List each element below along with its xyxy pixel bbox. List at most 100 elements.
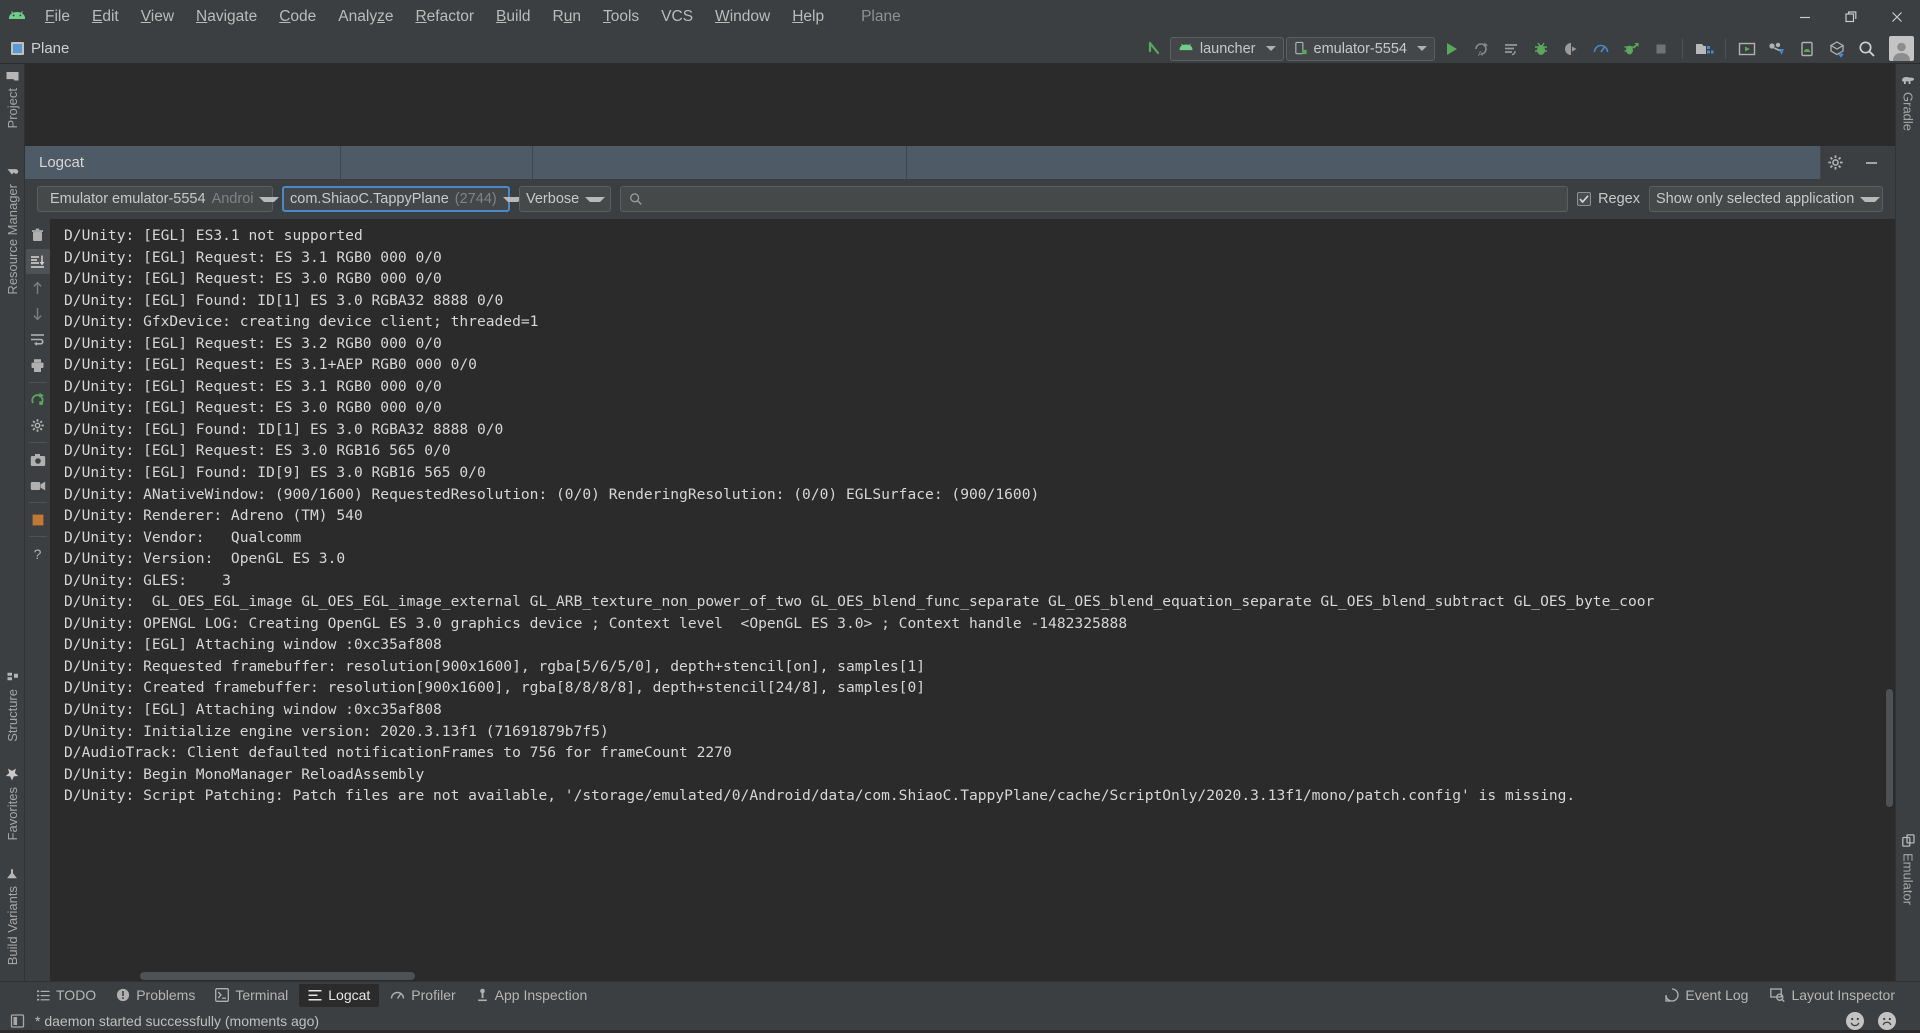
- sad-face-icon[interactable]: [1878, 1011, 1896, 1030]
- tool-window-terminal[interactable]: Terminal: [206, 984, 297, 1007]
- menu-item-refactor[interactable]: Refactor: [404, 0, 485, 33]
- menu-item-analyze[interactable]: Analyze: [327, 0, 404, 33]
- regex-checkbox[interactable]: Regex: [1577, 191, 1640, 207]
- checkbox-box[interactable]: [1577, 192, 1592, 206]
- logcat-level-selector[interactable]: Verbose: [519, 186, 611, 212]
- apply-code-changes-icon[interactable]: [1497, 35, 1525, 63]
- tool-window-label: Terminal: [235, 987, 289, 1003]
- hide-window-icon[interactable]: [1857, 149, 1885, 177]
- status-message: * daemon started successfully (moments a…: [35, 1012, 320, 1029]
- close-icon[interactable]: [1874, 0, 1920, 33]
- sidebar-item-project[interactable]: Project: [5, 64, 20, 134]
- happy-face-icon[interactable]: [1846, 1011, 1864, 1030]
- restart-logcat-icon[interactable]: [26, 387, 50, 412]
- down-the-stack-trace-icon[interactable]: [26, 301, 50, 326]
- logcat-side-toolbar: ?: [25, 219, 50, 981]
- profiler-icon[interactable]: [1587, 35, 1615, 63]
- menu-bar[interactable]: File Edit View Navigate Code Analyze Ref…: [34, 0, 835, 33]
- svg-text:A: A: [1478, 51, 1483, 58]
- logcat-search-box[interactable]: [620, 186, 1569, 212]
- sidebar-item-label: Favorites: [4, 787, 20, 841]
- menu-item-help[interactable]: Help: [781, 0, 835, 33]
- run-configuration-selector[interactable]: launcher: [1169, 36, 1284, 61]
- sdk-manager-icon[interactable]: [1690, 35, 1718, 63]
- sidebar-item-structure[interactable]: Structure: [5, 665, 20, 748]
- menu-item-view[interactable]: View: [130, 0, 185, 33]
- screenshot-icon[interactable]: [26, 447, 50, 472]
- tool-window-label: Profiler: [411, 987, 456, 1003]
- run-with-coverage-icon[interactable]: [1617, 35, 1645, 63]
- tool-window-todo[interactable]: TODO: [28, 984, 105, 1007]
- sidebar-item-gradle[interactable]: Gradle: [1901, 68, 1916, 137]
- tool-window-layout-inspector[interactable]: Layout Inspector: [1761, 984, 1904, 1007]
- logcat-level-label: Verbose: [526, 191, 580, 207]
- menu-item-window[interactable]: Window: [704, 0, 781, 33]
- logcat-process-selector[interactable]: com.ShiaoC.TappyPlane (2744): [282, 186, 523, 212]
- device-manager-icon[interactable]: [1793, 35, 1821, 63]
- horizontal-scrollbar[interactable]: [50, 971, 1895, 981]
- layout-inspector-icon: [1770, 988, 1786, 1002]
- scroll-to-end-icon[interactable]: [25, 249, 50, 274]
- search-everywhere-icon[interactable]: [1853, 35, 1881, 63]
- toggle-toolbar-icon[interactable]: [10, 1013, 26, 1029]
- breadcrumb[interactable]: Plane: [11, 40, 69, 57]
- sidebar-item-favorites[interactable]: Favorites: [5, 761, 20, 846]
- settings-gear-icon[interactable]: [26, 413, 50, 438]
- log-line: D/Unity: Version: OpenGL ES 3.0: [64, 550, 346, 568]
- soft-wrap-icon[interactable]: [26, 327, 50, 352]
- vertical-scrollbar-thumb[interactable]: [1886, 689, 1893, 807]
- help-icon[interactable]: ?: [26, 541, 50, 566]
- logcat-device-selector[interactable]: Emulator emulator-5554 Androi: [37, 186, 280, 212]
- tool-window-logcat[interactable]: Logcat: [299, 983, 380, 1007]
- sync-project-icon[interactable]: [1823, 35, 1851, 63]
- logcat-output[interactable]: D/Unity: [EGL] ES3.1 not supported D/Uni…: [50, 219, 1895, 981]
- logcat-tab[interactable]: Logcat: [25, 146, 341, 179]
- window-controls[interactable]: [1782, 0, 1920, 33]
- menu-item-edit[interactable]: Edit: [81, 0, 130, 33]
- android-logo-icon: [1179, 43, 1193, 51]
- project-folder-icon: [6, 70, 19, 82]
- run-icon[interactable]: [1437, 35, 1465, 63]
- settings-gear-icon[interactable]: [1821, 149, 1849, 177]
- stop-icon[interactable]: [1647, 35, 1675, 63]
- device-selector[interactable]: emulator-5554: [1285, 36, 1435, 61]
- tool-window-event-log[interactable]: Event Log: [1656, 984, 1757, 1007]
- minimize-icon[interactable]: [1782, 0, 1828, 33]
- screen-record-icon[interactable]: [26, 473, 50, 498]
- log-line: D/Unity: [EGL] Found: ID[1] ES 3.0 RGBA3…: [64, 420, 504, 438]
- sidebar-item-build-variants[interactable]: Build Variants: [5, 861, 20, 971]
- apply-changes-icon[interactable]: A: [1467, 35, 1495, 63]
- tool-window-profiler[interactable]: Profiler: [381, 984, 464, 1007]
- log-line: D/Unity: [EGL] Request: ES 3.0 RGB0 000 …: [64, 399, 442, 417]
- attach-debugger-icon[interactable]: [1557, 35, 1585, 63]
- tool-window-problems[interactable]: Problems: [107, 984, 204, 1007]
- clear-logcat-icon[interactable]: [26, 223, 50, 248]
- menu-item-navigate[interactable]: Navigate: [185, 0, 268, 33]
- back-arrow-icon[interactable]: [1140, 35, 1168, 63]
- sidebar-item-resource-manager[interactable]: Resource Manager: [5, 160, 20, 301]
- horizontal-scrollbar-thumb[interactable]: [140, 972, 415, 980]
- tool-window-label: Layout Inspector: [1791, 987, 1895, 1003]
- logcat-filter-bar: Emulator emulator-5554 Androi com.ShiaoC…: [25, 179, 1895, 219]
- up-the-stack-trace-icon[interactable]: [26, 275, 50, 300]
- editor-area-empty: [25, 64, 1895, 146]
- tool-window-app-inspection[interactable]: App Inspection: [467, 984, 597, 1007]
- menu-item-run[interactable]: Run: [542, 0, 592, 33]
- restore-icon[interactable]: [1828, 0, 1874, 33]
- avatar[interactable]: [1889, 36, 1914, 61]
- menu-item-file[interactable]: File: [34, 0, 81, 33]
- menu-item-code[interactable]: Code: [268, 0, 327, 33]
- menu-item-build[interactable]: Build: [485, 0, 541, 33]
- menu-item-vcs[interactable]: VCS: [650, 0, 704, 33]
- sidebar-item-emulator[interactable]: Emulator: [1901, 828, 1916, 911]
- print-icon[interactable]: [26, 353, 50, 378]
- avd-manager-icon[interactable]: [1733, 35, 1761, 63]
- logcat-scope-selector[interactable]: Show only selected application: [1649, 186, 1883, 212]
- run-toolbar-group: launcher emulator-5554 A: [1140, 33, 1914, 64]
- search-input[interactable]: [649, 191, 1560, 207]
- stop-icon[interactable]: [26, 507, 50, 532]
- toolbar-divider: [1682, 38, 1683, 59]
- debug-icon[interactable]: [1527, 35, 1555, 63]
- menu-item-tools[interactable]: Tools: [592, 0, 650, 33]
- layout-editor-icon[interactable]: [1763, 35, 1791, 63]
